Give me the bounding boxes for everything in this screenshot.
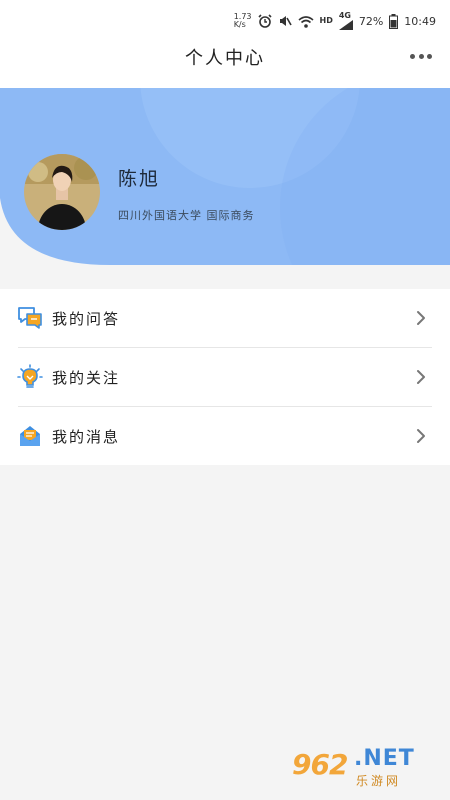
user-name: 陈旭 — [118, 168, 161, 190]
dot — [410, 53, 415, 59]
profile-header: 陈旭 四川外国语大学 国际商务 — [0, 88, 450, 265]
menu-item-label: 我的关注 — [52, 369, 121, 387]
dot — [418, 53, 424, 59]
menu-item-my-messages[interactable]: 我的消息 — [0, 407, 450, 465]
watermark-sub: 乐游网 — [356, 774, 402, 788]
dot — [427, 53, 432, 59]
signal-icon — [338, 20, 353, 30]
more-dots-icon[interactable] — [410, 50, 432, 62]
envelope-icon — [20, 426, 40, 446]
hd-label: HD — [319, 16, 333, 25]
watermark: 962 .NET 乐游网 — [292, 744, 442, 794]
signal-group: 4G — [338, 12, 353, 30]
wifi-icon — [297, 15, 314, 28]
clock: 10:49 — [404, 14, 436, 28]
status-icons: 1.73 K/s HD 4G 72% 10:49 — [234, 12, 436, 30]
menu-item-my-follows[interactable]: 我的关注 — [0, 348, 450, 406]
mute-icon — [279, 16, 292, 26]
lightbulb-icon — [17, 364, 43, 388]
menu-item-label: 我的消息 — [52, 428, 121, 446]
status-bar: 1.73 K/s HD 4G 72% 10:49 — [0, 0, 450, 40]
menu-item-label: 我的问答 — [52, 310, 121, 328]
chevron-right-icon — [417, 311, 425, 325]
battery-icon — [389, 13, 399, 29]
avatar-photo — [24, 154, 100, 230]
menu-item-my-qa[interactable]: 我的问答 — [0, 289, 450, 347]
user-school-major: 四川外国语大学 国际商务 — [118, 209, 255, 222]
chat-bubbles-icon — [18, 307, 42, 329]
chevron-right-icon — [417, 429, 425, 443]
chevron-right-icon — [417, 370, 425, 384]
battery-percent: 72% — [358, 14, 384, 28]
top-bar: 1.73 K/s HD 4G 72% 10:49 个人中心 — [0, 0, 450, 88]
network-speed: 1.73 K/s — [233, 12, 252, 29]
watermark-site: .NET — [354, 746, 415, 771]
avatar[interactable] — [24, 154, 100, 230]
menu-list: 我的问答 我的关注 我的消息 — [0, 289, 450, 465]
watermark-logo: 962 — [292, 748, 348, 781]
alarm-icon — [257, 14, 272, 28]
page-title: 个人中心 — [185, 48, 265, 69]
